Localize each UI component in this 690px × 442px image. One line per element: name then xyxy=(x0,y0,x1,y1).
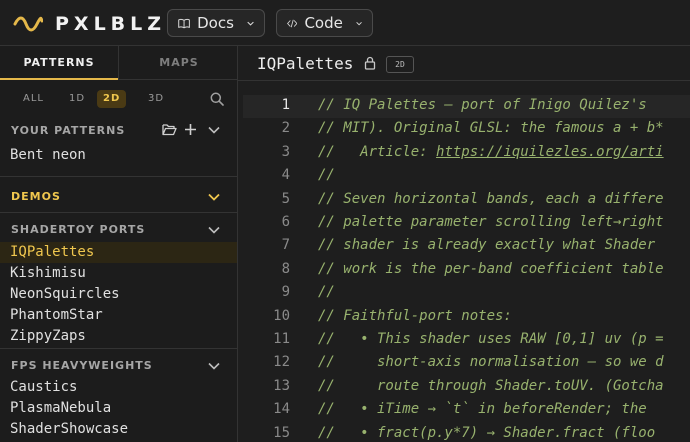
search-icon[interactable] xyxy=(210,92,224,106)
list-item[interactable]: PlasmaNebula xyxy=(10,400,111,416)
filter-3d[interactable]: 3D xyxy=(142,90,170,108)
app-window: PXLBLZ Docs Code PATTERNS MAPS ALL 1D 2D… xyxy=(0,0,690,442)
line-number: 1 xyxy=(281,97,290,113)
code-line: // Faithful-port notes: xyxy=(318,307,512,324)
chevron-down-icon xyxy=(356,21,362,25)
code-text: // Article: xyxy=(318,143,437,160)
line-number: 7 xyxy=(281,237,290,254)
tab-maps[interactable]: MAPS xyxy=(118,46,237,79)
code-line: // xyxy=(318,284,335,301)
sidebar: PATTERNS MAPS ALL 1D 2D 3D YOUR PATTERNS… xyxy=(0,46,238,442)
list-item[interactable]: NeonSquircles xyxy=(10,286,120,302)
divider xyxy=(0,212,237,213)
demos-header[interactable]: DEMOS xyxy=(11,190,61,203)
docs-button[interactable]: Docs xyxy=(167,9,265,37)
docs-label: Docs xyxy=(197,14,234,32)
code-label: Code xyxy=(304,14,343,32)
top-bar: PXLBLZ Docs Code xyxy=(0,0,690,46)
lock-icon xyxy=(364,56,376,70)
list-item[interactable]: PhantomStar xyxy=(10,307,103,323)
line-number: 3 xyxy=(281,143,290,160)
list-item[interactable]: ShaderShowcase xyxy=(10,421,128,437)
line-number: 13 xyxy=(273,377,290,394)
code-button[interactable]: Code xyxy=(276,9,373,37)
divider xyxy=(0,348,237,349)
code-line: // • fract(p.y*7) → Shader.fract (floo xyxy=(318,424,656,441)
dimension-badge: 2D xyxy=(386,56,414,73)
logo-text: PXLBLZ xyxy=(55,13,167,35)
code-line: // shader is already exactly what Shader xyxy=(318,237,656,254)
code-icon xyxy=(287,19,298,27)
line-number: 8 xyxy=(281,260,290,277)
chevron-down-icon xyxy=(247,21,254,26)
line-number: 12 xyxy=(273,354,290,371)
editor-title-bar: IQPalettes 2D xyxy=(238,46,690,81)
code-line: // route through Shader.toUV. (Gotcha xyxy=(318,377,664,394)
pattern-title: IQPalettes xyxy=(257,54,354,73)
line-number: 14 xyxy=(273,401,290,418)
divider xyxy=(0,176,237,177)
code-line: // • iTime → `t` in beforeRender; the xyxy=(318,401,647,418)
chevron-down-icon[interactable] xyxy=(208,193,220,201)
code-line: // xyxy=(318,167,335,184)
line-number: 5 xyxy=(281,190,290,207)
sidebar-tabs: PATTERNS MAPS xyxy=(0,46,237,80)
fps-heavyweights-header: FPS HEAVYWEIGHTS xyxy=(11,359,153,372)
line-number: 4 xyxy=(281,167,290,184)
code-line: // work is the per-band coefficient tabl… xyxy=(318,260,664,277)
list-item[interactable]: Kishimisu xyxy=(10,265,86,281)
code-editor: IQPalettes 2D 1 // IQ Palettes — port of … xyxy=(238,46,690,442)
chevron-down-icon[interactable] xyxy=(208,362,220,370)
line-number: 15 xyxy=(273,424,290,441)
list-item[interactable]: Caustics xyxy=(10,379,77,395)
line-number: 10 xyxy=(273,307,290,324)
plus-icon[interactable] xyxy=(184,123,197,136)
article-link[interactable]: https://iquilezles.org/arti xyxy=(436,144,664,160)
code-line: // MIT). Original GLSL: the famous a + b… xyxy=(318,120,664,137)
code-line: // Seven horizontal bands, each a differ… xyxy=(318,190,664,207)
shadertoy-ports-header: SHADERTOY PORTS xyxy=(11,223,146,236)
list-item[interactable]: Bent neon xyxy=(10,147,86,163)
chevron-down-icon[interactable] xyxy=(208,226,220,234)
list-item[interactable]: ZippyZaps xyxy=(10,328,86,344)
code-line: // Article: https://iquilezles.org/arti xyxy=(318,144,664,160)
line-number: 11 xyxy=(273,331,290,347)
chevron-down-icon[interactable] xyxy=(208,126,220,134)
logo[interactable]: PXLBLZ xyxy=(13,13,166,35)
dimension-filters: ALL 1D 2D 3D xyxy=(0,88,237,110)
code-line: // short-axis normalisation — so we d xyxy=(318,354,664,371)
line-number: 6 xyxy=(281,214,290,230)
code-line: // • This shader uses RAW [0,1] uv (p = xyxy=(318,331,664,347)
folder-open-icon[interactable] xyxy=(162,123,177,136)
wave-logo-icon xyxy=(13,16,43,32)
line-number: 2 xyxy=(281,120,290,137)
code-area[interactable]: 1 // IQ Palettes — port of Inigo Quilez's… xyxy=(238,81,690,442)
filter-2d[interactable]: 2D xyxy=(97,90,127,108)
tab-patterns[interactable]: PATTERNS xyxy=(0,46,118,80)
code-line: // palette parameter scrolling left→righ… xyxy=(318,214,664,230)
filter-1d[interactable]: 1D xyxy=(63,90,91,108)
line-number: 9 xyxy=(281,284,290,301)
list-item-selected[interactable]: IQPalettes xyxy=(10,244,94,260)
book-icon xyxy=(178,18,190,28)
filter-all[interactable]: ALL xyxy=(17,90,50,108)
code-line: // IQ Palettes — port of Inigo Quilez's xyxy=(318,97,647,113)
your-patterns-header: YOUR PATTERNS xyxy=(11,124,126,137)
